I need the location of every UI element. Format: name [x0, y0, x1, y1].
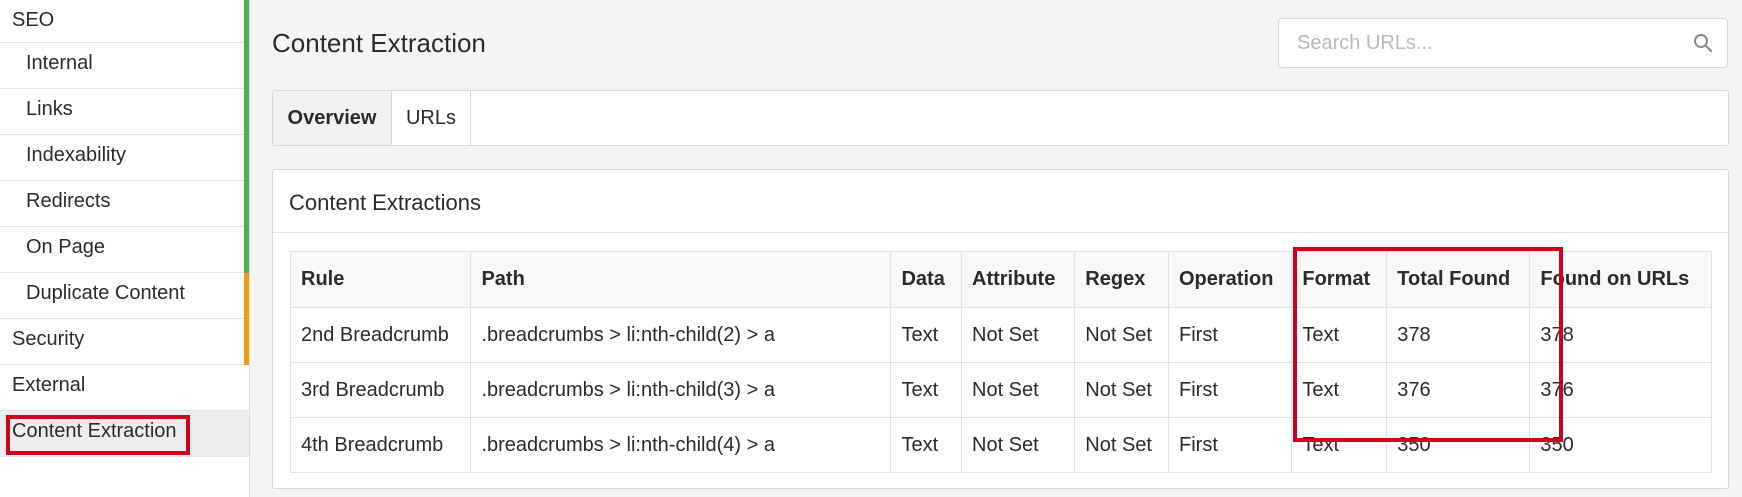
sidebar-item-links[interactable]: Links [0, 89, 249, 135]
tab-label: URLs [405, 107, 456, 129]
panel-title: Content Extractions [289, 190, 481, 215]
table-row[interactable]: 4th Breadcrumb .breadcrumbs > li:nth-chi… [289, 417, 1712, 473]
sidebar-item-label: Links [26, 98, 73, 120]
sidebar-item-internal[interactable]: Internal [0, 43, 249, 89]
cell-data: Text [890, 417, 962, 473]
cell-rule: 2nd Breadcrumb [289, 307, 472, 363]
cell-format: Text [1291, 307, 1388, 363]
tab-label: Overview [287, 107, 377, 129]
column-header-rule[interactable]: Rule [289, 251, 472, 308]
table-row[interactable]: 3rd Breadcrumb .breadcrumbs > li:nth-chi… [289, 362, 1712, 418]
sidebar-item-indexability[interactable]: Indexability [0, 135, 249, 181]
search-input[interactable] [1279, 19, 1679, 67]
cell-attribute: Not Set [960, 417, 1076, 473]
column-header-attribute[interactable]: Attribute [960, 251, 1076, 308]
cell-format: Text [1291, 417, 1388, 473]
sidebar-item-content-extraction[interactable]: Content Extraction [0, 411, 249, 457]
cell-operation: First [1167, 307, 1293, 363]
status-bar [244, 319, 249, 365]
tab-overview[interactable]: Overview [273, 91, 392, 145]
column-header-operation[interactable]: Operation [1167, 251, 1293, 308]
sidebar-item-label: Content Extraction [12, 420, 177, 442]
cell-total-found: 376 [1386, 362, 1531, 418]
sidebar-item-label: External [12, 374, 86, 396]
main-content: Content Extraction Overview URLs Content… [251, 0, 1742, 497]
status-bar [244, 43, 249, 89]
cell-total-found: 350 [1386, 417, 1531, 473]
column-header-found-on-urls[interactable]: Found on URLs [1529, 251, 1712, 308]
sidebar-item-label: Internal [26, 52, 93, 74]
cell-operation: First [1167, 362, 1293, 418]
divider [273, 232, 1728, 233]
search-box [1278, 18, 1728, 68]
status-bar [244, 0, 249, 43]
cell-regex: Not Set [1074, 417, 1169, 473]
sidebar-item-on-page[interactable]: On Page [0, 227, 249, 273]
tab-bar: Overview URLs [272, 90, 1729, 146]
sidebar-item-security[interactable]: Security [0, 319, 249, 365]
sidebar-item-label: Indexability [26, 144, 127, 166]
column-header-path[interactable]: Path [470, 251, 892, 308]
sidebar-item-label: On Page [26, 236, 105, 258]
status-bar [244, 89, 249, 135]
sidebar-item-duplicate-content[interactable]: Duplicate Content [0, 273, 249, 319]
cell-operation: First [1167, 417, 1293, 473]
sidebar: SEO Internal Links Indexability Redirect… [0, 0, 250, 497]
sidebar-item-external[interactable]: External [0, 365, 249, 411]
tab-urls[interactable]: URLs [392, 91, 471, 145]
cell-attribute: Not Set [960, 307, 1076, 363]
column-header-total-found[interactable]: Total Found [1386, 251, 1531, 308]
content-extractions-panel: Content Extractions Rule Path Data Attri… [272, 169, 1729, 489]
cell-path: .breadcrumbs > li:nth-child(3) > a [470, 362, 892, 418]
cell-found-on-urls: 378 [1529, 307, 1712, 363]
sidebar-item-seo[interactable]: SEO [0, 0, 249, 43]
cell-rule: 4th Breadcrumb [289, 417, 472, 473]
cell-data: Text [890, 362, 962, 418]
search-icon[interactable] [1693, 33, 1713, 53]
status-bar [244, 273, 249, 319]
sidebar-item-label: Security [12, 328, 85, 350]
page-title: Content Extraction [272, 28, 486, 58]
cell-rule: 3rd Breadcrumb [289, 362, 472, 418]
table-header-row: Rule Path Data Attribute Regex Operation… [289, 251, 1712, 308]
status-bar [244, 135, 249, 181]
cell-total-found: 378 [1386, 307, 1531, 363]
cell-format: Text [1291, 362, 1388, 418]
status-bar [244, 227, 249, 273]
table-row[interactable]: 2nd Breadcrumb .breadcrumbs > li:nth-chi… [289, 307, 1712, 363]
sidebar-item-label: Duplicate Content [26, 282, 185, 304]
cell-found-on-urls: 350 [1529, 417, 1712, 473]
sidebar-item-redirects[interactable]: Redirects [0, 181, 249, 227]
column-header-regex[interactable]: Regex [1074, 251, 1169, 308]
cell-found-on-urls: 376 [1529, 362, 1712, 418]
extractions-table: Rule Path Data Attribute Regex Operation… [289, 251, 1712, 473]
cell-data: Text [890, 307, 962, 363]
cell-regex: Not Set [1074, 362, 1169, 418]
column-header-format[interactable]: Format [1291, 251, 1388, 308]
column-header-data[interactable]: Data [890, 251, 962, 308]
status-bar [244, 181, 249, 227]
cell-regex: Not Set [1074, 307, 1169, 363]
sidebar-item-label: Redirects [26, 190, 111, 212]
cell-path: .breadcrumbs > li:nth-child(2) > a [470, 307, 892, 363]
cell-path: .breadcrumbs > li:nth-child(4) > a [470, 417, 892, 473]
cell-attribute: Not Set [960, 362, 1076, 418]
sidebar-item-label: SEO [12, 9, 55, 31]
